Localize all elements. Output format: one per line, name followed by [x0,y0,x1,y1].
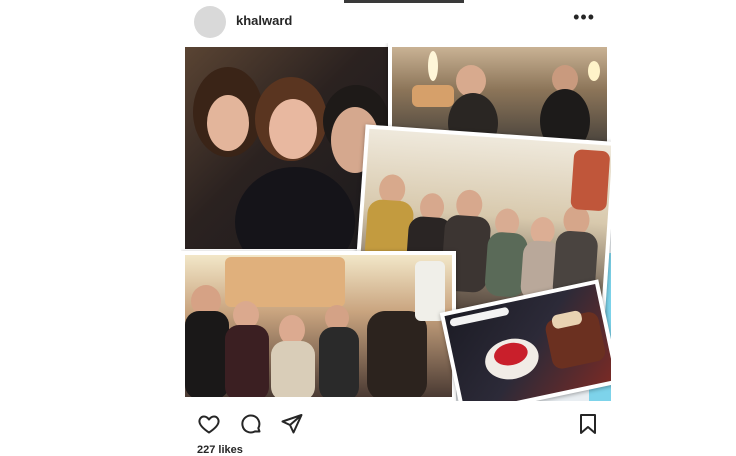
likes-count[interactable]: 227 likes [197,444,243,456]
top-indicator [344,0,464,3]
bookmark-icon[interactable] [573,409,603,439]
comment-icon[interactable] [236,409,266,439]
heart-icon[interactable] [194,409,224,439]
username[interactable]: khalward [236,13,292,28]
avatar[interactable] [194,6,226,38]
send-icon[interactable] [277,409,307,439]
post-photo[interactable] [181,43,611,401]
post-actions [181,409,611,439]
collage-photo-party [181,251,456,401]
more-options-icon[interactable]: ••• [573,7,595,28]
instagram-post: khalward ••• 227 likes [181,0,611,456]
post-header: khalward ••• [181,4,611,38]
